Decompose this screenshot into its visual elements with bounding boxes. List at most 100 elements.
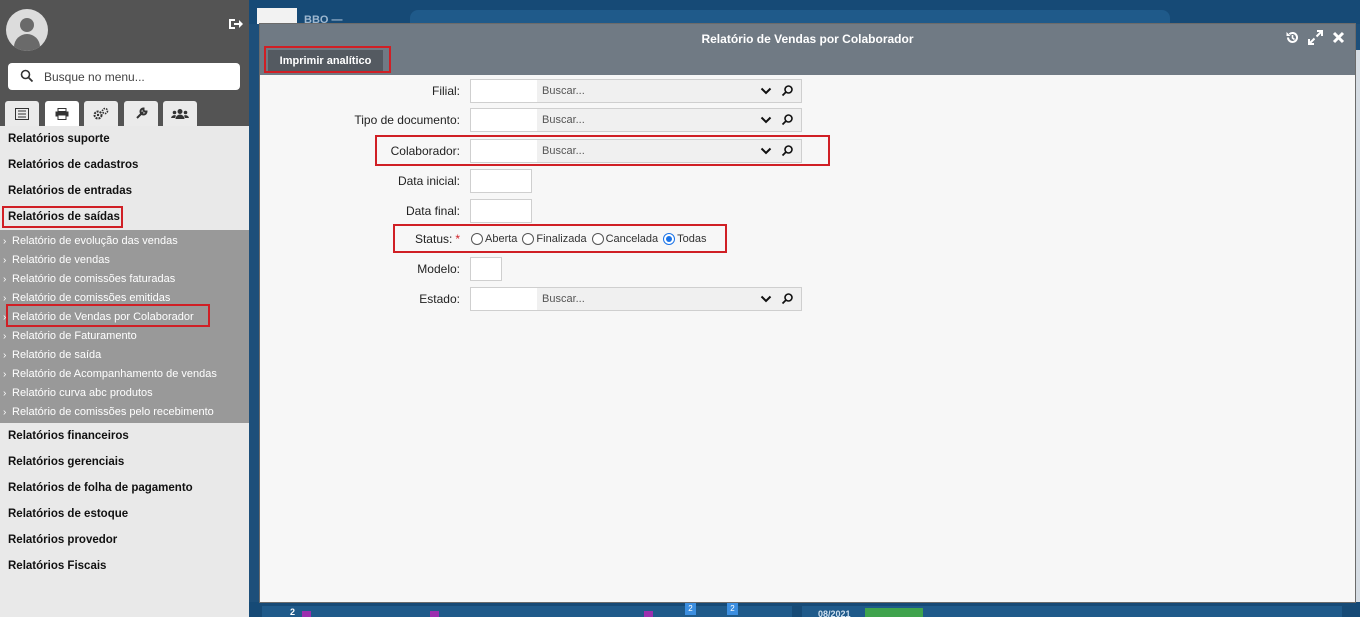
dashboard-bar-mark xyxy=(430,611,439,617)
filial-label: Filial: xyxy=(431,84,460,98)
dashboard-panel-left xyxy=(262,606,792,617)
modelo-input[interactable] xyxy=(470,257,502,281)
data-inicial-row: Data inicial: xyxy=(260,169,1355,193)
highlight-box xyxy=(2,206,123,228)
chevron-right-icon: › xyxy=(3,274,7,285)
chevron-right-icon: › xyxy=(3,388,7,399)
chevron-right-icon: › xyxy=(3,369,7,380)
chevron-right-icon: › xyxy=(3,255,7,266)
menu-category[interactable]: Relatórios gerenciais xyxy=(0,449,249,475)
avatar-head xyxy=(20,18,34,32)
dashboard-count: 2 xyxy=(290,607,296,617)
search-icon xyxy=(20,69,34,83)
submenu-list: › Relatório de evolução das vendas › Relat… xyxy=(0,230,249,423)
estado-search-placeholder: Buscar... xyxy=(542,293,585,305)
chevron-down-icon[interactable] xyxy=(759,113,773,127)
data-final-label: Data final: xyxy=(405,204,460,218)
menu-category[interactable]: Relatórios Fiscais xyxy=(0,553,249,579)
submenu-item-label: Relatório de Faturamento xyxy=(12,330,137,342)
avatar[interactable] xyxy=(6,9,48,51)
highlight-box xyxy=(6,304,210,327)
chevron-right-icon: › xyxy=(3,407,7,418)
submenu-item[interactable]: › Relatório de Acompanhamento de vendas xyxy=(0,365,249,384)
submenu-item[interactable]: › Relatório de evolução das vendas xyxy=(0,232,249,251)
filial-code-input[interactable] xyxy=(471,80,537,102)
chevron-down-icon[interactable] xyxy=(759,84,773,98)
search-icon[interactable] xyxy=(781,84,795,98)
modelo-row: Modelo: xyxy=(260,257,1355,281)
highlight-box xyxy=(393,224,727,253)
chevron-right-icon: › xyxy=(3,350,7,361)
menu-category-selected[interactable]: Relatórios de saídas xyxy=(0,204,249,230)
submenu-item[interactable]: › Relatório de vendas xyxy=(0,251,249,270)
dashboard-badge: 2 xyxy=(727,603,738,615)
estado-code-input[interactable] xyxy=(471,288,537,310)
menu-search-input[interactable] xyxy=(44,67,234,86)
submenu-item-label: Relatório de comissões emitidas xyxy=(12,292,171,304)
report-modal: Relatório de Vendas por Colaborador Impr… xyxy=(260,24,1355,602)
dashboard-badge: 2 xyxy=(685,603,696,615)
dashboard-bar-mark xyxy=(302,611,311,617)
submenu-item[interactable]: › Relatório de comissões pelo recebimento xyxy=(0,403,249,422)
tipo-documento-code-input[interactable] xyxy=(471,109,537,131)
tab-print[interactable] xyxy=(45,101,79,126)
submenu-item[interactable]: › Relatório de comissões faturadas xyxy=(0,270,249,289)
tab-tools[interactable] xyxy=(124,101,158,126)
dashboard-date-label: 08/2021 xyxy=(818,609,851,617)
dashboard-bar-mark xyxy=(644,611,653,617)
dashboard-header-pill xyxy=(410,10,1170,24)
close-icon[interactable] xyxy=(1330,29,1347,46)
submenu-item-selected[interactable]: › Relatório de Vendas por Colaborador xyxy=(0,304,249,327)
menu-category[interactable]: Relatórios financeiros xyxy=(0,423,249,449)
menu-search[interactable] xyxy=(8,63,240,90)
tab-settings[interactable] xyxy=(84,101,118,126)
filial-search-placeholder: Buscar... xyxy=(542,85,585,97)
menu-category[interactable]: Relatórios de entradas xyxy=(0,178,249,204)
menu-category[interactable]: Relatórios de folha de pagamento xyxy=(0,475,249,501)
estado-combo[interactable]: Buscar... xyxy=(470,287,802,311)
expand-icon[interactable] xyxy=(1307,29,1324,46)
status-row: Status: * Aberta Finalizada Cancelada Tod… xyxy=(260,224,1355,253)
tab-list[interactable] xyxy=(5,101,39,126)
estado-label: Estado: xyxy=(419,292,460,306)
menu-category[interactable]: Relatórios suporte xyxy=(0,126,249,152)
data-final-row: Data final: xyxy=(260,199,1355,223)
tipo-documento-row: Tipo de documento: Buscar... xyxy=(260,108,1355,132)
dashboard-logo-box xyxy=(257,8,297,24)
data-inicial-label: Data inicial: xyxy=(397,174,460,188)
menu-category[interactable]: Relatórios de estoque xyxy=(0,501,249,527)
sidebar: Relatórios suporte Relatórios de cadastr… xyxy=(0,0,249,617)
list-icon xyxy=(15,107,29,120)
tipo-documento-combo[interactable]: Buscar... xyxy=(470,108,802,132)
chevron-down-icon[interactable] xyxy=(759,292,773,306)
estado-row: Estado: Buscar... xyxy=(260,287,1355,311)
submenu-item-label: Relatório de comissões faturadas xyxy=(12,273,176,285)
menu-category[interactable]: Relatórios de cadastros xyxy=(0,152,249,178)
report-form: Filial: Buscar... Tipo de documento: Bus… xyxy=(260,75,1355,602)
highlight-box xyxy=(375,135,830,166)
menu-category[interactable]: Relatórios provedor xyxy=(0,527,249,553)
sidebar-header xyxy=(0,0,249,126)
submenu-item-label: Relatório de comissões pelo recebimento xyxy=(12,406,214,418)
highlight-box xyxy=(264,46,391,73)
tipo-documento-label: Tipo de documento: xyxy=(354,113,460,127)
dashboard-right-edge xyxy=(1356,50,1360,617)
logout-icon[interactable] xyxy=(228,17,244,31)
wrench-icon xyxy=(135,107,148,119)
data-inicial-input[interactable] xyxy=(470,169,532,193)
chevron-right-icon: › xyxy=(3,331,7,342)
filial-combo[interactable]: Buscar... xyxy=(470,79,802,103)
submenu-item[interactable]: › Relatório curva abc produtos xyxy=(0,384,249,403)
gears-icon xyxy=(93,107,109,120)
submenu-item[interactable]: › Relatório de saída xyxy=(0,346,249,365)
history-icon[interactable] xyxy=(1284,29,1301,46)
tab-users[interactable] xyxy=(163,101,197,126)
dashboard-green-bar xyxy=(865,608,923,617)
modal-header: Relatório de Vendas por Colaborador Impr… xyxy=(260,24,1355,75)
data-final-input[interactable] xyxy=(470,199,532,223)
printer-icon xyxy=(55,107,69,120)
search-icon[interactable] xyxy=(781,292,795,306)
modal-title: Relatório de Vendas por Colaborador xyxy=(701,32,914,46)
search-icon[interactable] xyxy=(781,113,795,127)
submenu-item[interactable]: › Relatório de Faturamento xyxy=(0,327,249,346)
